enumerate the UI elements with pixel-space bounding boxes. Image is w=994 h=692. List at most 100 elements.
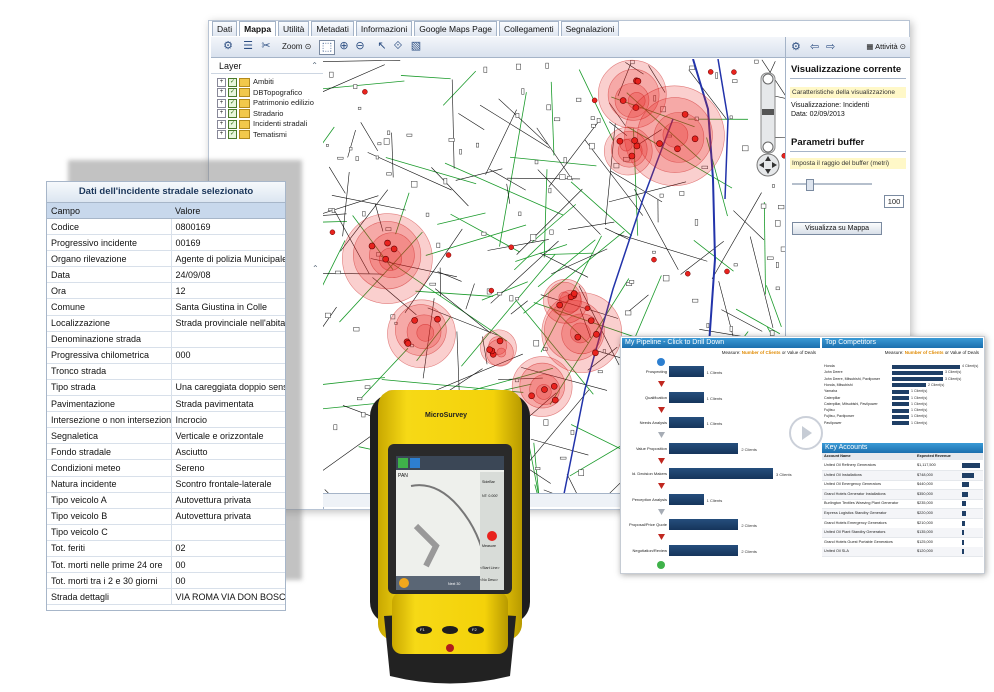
screen-measure-label[interactable]: Measure	[482, 544, 496, 548]
competitor-bar[interactable]	[892, 390, 909, 394]
table-row[interactable]: United Oil Refinery Generators$1,117,500	[822, 461, 983, 471]
expand-icon[interactable]: +	[217, 120, 226, 129]
checkbox-icon[interactable]: ✓	[228, 120, 237, 129]
incident-point[interactable]	[509, 245, 514, 250]
measure-icon[interactable]: ▧	[409, 40, 423, 53]
table-row[interactable]: Grand Hotels Emergency Generators$210,00…	[822, 519, 983, 529]
record-icon[interactable]	[399, 578, 409, 588]
app-icon[interactable]	[410, 458, 420, 468]
pipeline-bar[interactable]	[669, 443, 738, 454]
layer-item[interactable]: +✓Ambiti	[211, 77, 323, 88]
tools-icon[interactable]: ✂	[259, 40, 273, 53]
incident-point[interactable]	[708, 69, 713, 74]
expand-icon[interactable]: +	[217, 99, 226, 108]
measure-clients-link[interactable]: Number of Clients	[905, 350, 944, 355]
checkbox-icon[interactable]: ✓	[228, 99, 237, 108]
incident-point[interactable]	[588, 318, 594, 324]
competitor-bar[interactable]	[892, 421, 909, 425]
zoom-in-icon[interactable]: ⊕	[337, 40, 351, 53]
layers-icon[interactable]: ☰	[241, 40, 255, 53]
zoom-in-icon[interactable]	[763, 74, 773, 84]
incident-point[interactable]	[635, 78, 641, 84]
app-icon[interactable]	[398, 458, 408, 468]
pipeline-bar[interactable]	[669, 494, 704, 505]
incident-point[interactable]	[489, 288, 494, 293]
table-row[interactable]: Burlington Textiles Weaving Plant Genera…	[822, 499, 983, 509]
screen-next-label[interactable]: Next 30	[448, 582, 460, 586]
incident-point[interactable]	[557, 302, 563, 308]
pipeline-bar[interactable]	[669, 519, 738, 530]
incident-buffer-circle[interactable]	[570, 323, 590, 343]
select-zoom-icon[interactable]: ⬚	[319, 40, 335, 55]
competitor-bar[interactable]	[892, 415, 909, 419]
tab-segnalazioni[interactable]: Segnalazioni	[561, 21, 620, 36]
checkbox-icon[interactable]: ✓	[228, 78, 237, 87]
incident-point[interactable]	[383, 256, 389, 262]
pipeline-bar[interactable]	[669, 392, 704, 403]
activity-menu[interactable]: ▦ Attività ⊙	[866, 42, 906, 51]
incident-point[interactable]	[552, 397, 558, 403]
incident-buffer-circle[interactable]	[497, 348, 506, 357]
measure-clients-link[interactable]: Number of Clients	[742, 350, 781, 355]
incident-point[interactable]	[692, 136, 698, 142]
expand-icon[interactable]: +	[217, 109, 226, 118]
incident-point[interactable]	[541, 387, 547, 393]
power-button[interactable]	[446, 644, 454, 652]
settings-icon[interactable]: ⚙	[791, 40, 801, 53]
checkbox-icon[interactable]: ✓	[228, 88, 237, 97]
incident-point[interactable]	[674, 146, 680, 152]
table-row[interactable]: United Oil Plant Standby Generators$135,…	[822, 528, 983, 538]
incident-point[interactable]	[551, 383, 557, 389]
table-row[interactable]: United Oil Emergency Generators$440,000	[822, 480, 983, 490]
incident-point[interactable]	[651, 257, 656, 262]
tab-google-maps-page[interactable]: Google Maps Page	[414, 21, 497, 36]
pipeline-bar[interactable]	[669, 468, 773, 479]
competitor-bar[interactable]	[892, 377, 943, 381]
layer-item[interactable]: +✓Patrimonio edilizio	[211, 98, 323, 109]
incident-point[interactable]	[685, 271, 690, 276]
incident-point[interactable]	[620, 98, 626, 104]
home-key[interactable]	[442, 626, 458, 634]
table-row[interactable]: United Oil SLA$120,000	[822, 547, 983, 557]
zoom-out-icon[interactable]: ⊖	[353, 40, 367, 53]
collapse-icon[interactable]: ⌃	[312, 264, 319, 273]
incident-point[interactable]	[435, 316, 441, 322]
pipeline-bar[interactable]	[669, 366, 704, 377]
incident-point[interactable]	[724, 269, 729, 274]
checkbox-icon[interactable]: ✓	[228, 109, 237, 118]
incident-point[interactable]	[575, 334, 581, 340]
table-row[interactable]: United Oil Installations$748,000	[822, 471, 983, 481]
show-on-map-button[interactable]: Visualizza su Mappa	[792, 222, 882, 235]
tab-dati[interactable]: Dati	[212, 21, 237, 36]
layer-item[interactable]: +✓Stradario	[211, 109, 323, 120]
buffer-value-field[interactable]: 100	[884, 195, 904, 208]
incident-point[interactable]	[585, 306, 590, 311]
globe-icon[interactable]: ⚙	[221, 40, 235, 53]
incident-point[interactable]	[731, 70, 736, 75]
incident-point[interactable]	[592, 98, 597, 103]
layer-item[interactable]: +✓Tematismi	[211, 130, 323, 141]
incident-point[interactable]	[657, 141, 663, 147]
incident-point[interactable]	[629, 153, 635, 159]
tab-utilit-[interactable]: Utilità	[278, 21, 309, 36]
pointer-icon[interactable]: ↖	[375, 40, 389, 53]
incident-point[interactable]	[369, 243, 375, 249]
incident-point[interactable]	[497, 338, 503, 344]
tab-mappa[interactable]: Mappa	[239, 21, 276, 36]
competitor-bar[interactable]	[892, 409, 909, 413]
incident-point[interactable]	[617, 138, 623, 144]
identify-icon[interactable]: ⟐	[391, 40, 405, 53]
incident-point[interactable]	[446, 253, 451, 258]
zoom-out-icon[interactable]	[763, 142, 773, 152]
table-row[interactable]: Express Logistics Standby Generator$220,…	[822, 509, 983, 519]
competitor-bar[interactable]	[892, 365, 960, 369]
forward-arrow-icon[interactable]: ⇨	[826, 40, 835, 53]
buffer-slider[interactable]	[792, 179, 872, 189]
expand-icon[interactable]: +	[217, 88, 226, 97]
zoom-dropdown[interactable]: Zoom ⊙	[282, 42, 311, 51]
checkbox-icon[interactable]: ✓	[228, 130, 237, 139]
incident-point[interactable]	[487, 347, 493, 353]
incident-buffer-circle[interactable]	[417, 324, 434, 341]
play-icon[interactable]	[789, 416, 823, 450]
measure-icon[interactable]	[487, 531, 497, 541]
